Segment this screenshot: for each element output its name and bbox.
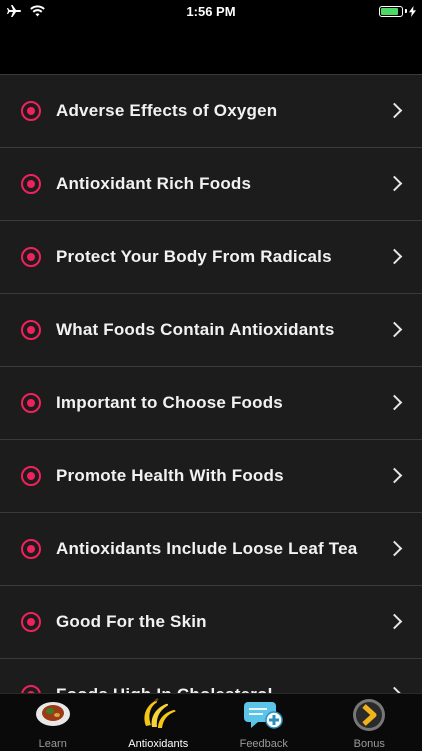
tab-label: Learn [0,738,106,750]
chevron-right-icon [387,249,403,265]
chevron-right-icon [387,468,403,484]
topic-list[interactable]: Adverse Effects of Oxygen Antioxidant Ric… [0,74,422,693]
target-circle-icon [21,247,41,267]
list-item[interactable]: Important to Choose Foods [0,366,422,439]
tab-feedback[interactable]: Feedback [211,694,317,751]
list-item[interactable]: Antioxidant Rich Foods [0,147,422,220]
list-item[interactable]: Adverse Effects of Oxygen [0,74,422,147]
list-item[interactable]: What Foods Contain Antioxidants [0,293,422,366]
list-item-label: Good For the Skin [56,612,207,632]
chevron-right-icon [387,103,403,119]
chevron-right-icon [387,614,403,630]
target-circle-icon [21,174,41,194]
list-item[interactable]: Promote Health With Foods [0,439,422,512]
forward-chevron-circle-icon [352,698,386,732]
tab-antioxidants[interactable]: Antioxidants [106,694,212,751]
food-plate-icon [34,698,72,728]
tab-label: Feedback [211,738,317,750]
target-circle-icon [21,466,41,486]
tab-label: Antioxidants [106,738,212,750]
chevron-right-icon [387,541,403,557]
list-item-label: What Foods Contain Antioxidants [56,320,335,340]
status-bar: 1:56 PM [0,0,422,22]
navigation-bar [0,22,422,74]
list-item-label: Protect Your Body From Radicals [56,247,332,267]
chat-bubble-plus-icon [244,698,284,732]
tab-bonus[interactable]: Bonus [317,694,422,751]
list-item-label: Antioxidant Rich Foods [56,174,251,194]
tab-label: Bonus [317,738,422,750]
target-circle-icon [21,320,41,340]
list-item[interactable]: Antioxidants Include Loose Leaf Tea [0,512,422,585]
target-circle-icon [21,539,41,559]
list-item-label: Antioxidants Include Loose Leaf Tea [56,539,357,559]
target-circle-icon [21,101,41,121]
tab-learn[interactable]: Learn [0,694,106,751]
chevron-right-icon [387,176,403,192]
chevron-right-icon [387,322,403,338]
list-item-label: Important to Choose Foods [56,393,283,413]
list-item-label: Promote Health With Foods [56,466,284,486]
target-circle-icon [21,393,41,413]
status-time: 1:56 PM [0,4,422,19]
chevron-right-icon [387,395,403,411]
tab-bar: Learn Antioxidants Feedback Bonus [0,693,422,751]
target-circle-icon [21,612,41,632]
list-item-label: Adverse Effects of Oxygen [56,101,277,121]
target-circle-icon [21,685,41,693]
list-item[interactable]: Protect Your Body From Radicals [0,220,422,293]
list-item[interactable]: Foods High In Cholesterol [0,658,422,693]
list-item-label: Foods High In Cholesterol [56,685,273,693]
banana-icon [138,698,178,730]
list-item[interactable]: Good For the Skin [0,585,422,658]
